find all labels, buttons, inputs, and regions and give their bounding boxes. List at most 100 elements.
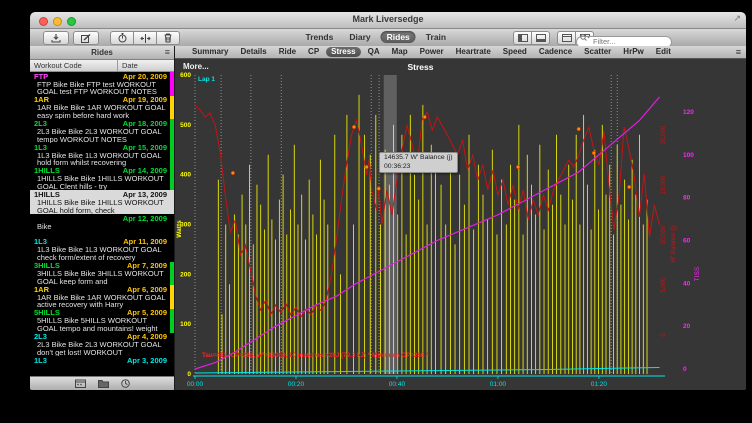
ride-list-item[interactable]: Apr 12, 2009Bike: [30, 214, 174, 238]
ride-list-item[interactable]: 1HILLSApr 13, 20091HILLS Bike Bike 1HILL…: [30, 190, 174, 214]
ride-date: Apr 19, 2009: [123, 96, 167, 104]
chart-tab-scatter[interactable]: Scatter: [579, 47, 616, 57]
panel-toggle-group: [513, 31, 550, 45]
match-dot: [577, 127, 581, 131]
compose-button[interactable]: [73, 31, 99, 45]
clock-icon[interactable]: [121, 379, 130, 388]
import-button[interactable]: [43, 31, 69, 45]
tiss-tick-label: 20: [683, 323, 691, 330]
tooltip-time: 00:36:23: [384, 163, 453, 172]
cursor-band: [384, 75, 397, 374]
sidebar-column-headers: Workout Code Date: [30, 60, 174, 72]
ride-description: 5HILLS Bike 5HILLS WORKOUT GOAL tempo an…: [30, 317, 174, 332]
tiled-view-button[interactable]: [557, 31, 576, 45]
compose-icon: [81, 34, 91, 43]
tiled-view-icon: [562, 34, 572, 42]
sidebar-menu-icon[interactable]: ≡: [165, 46, 170, 59]
trash-icon: [164, 33, 172, 43]
lowbar-toggle-button[interactable]: [532, 31, 550, 45]
stopwatch-button[interactable]: [110, 31, 134, 45]
ride-color-stripe: [170, 167, 174, 191]
split-interval-button[interactable]: [134, 31, 157, 45]
ride-list-item[interactable]: 1L3Apr 3, 2009: [30, 356, 174, 376]
chart-tooltip: 14635.7 W' Balance (j) 00:36:23: [379, 152, 458, 173]
calendar-icon[interactable]: [75, 379, 86, 388]
wbal-tick-label: 15,000: [661, 175, 667, 194]
chart-tab-power[interactable]: Power: [415, 47, 449, 57]
search-icon: [580, 34, 590, 41]
chart-tab-heartrate[interactable]: Heartrate: [451, 47, 496, 57]
resize-grip-icon[interactable]: ↗: [733, 13, 741, 24]
tiss-axis-label: TISS: [694, 266, 701, 281]
ride-list-item[interactable]: 3HILLSApr 7, 20093HILLS Bike Bike 3HILLS…: [30, 262, 174, 286]
ride-list-item[interactable]: FTPApr 20, 2009FTP Bike Bike FTP test WO…: [30, 72, 174, 96]
tiss-tick-label: 40: [683, 280, 691, 287]
ride-list-item[interactable]: 1L3 Apr 15, 20091L3 Bike Bike 1L3 WORKOUT…: [30, 143, 174, 167]
column-header-date[interactable]: Date: [118, 60, 174, 71]
chart-tab-summary[interactable]: Summary: [187, 47, 233, 57]
chart-tab-map[interactable]: Map: [387, 47, 413, 57]
chart-tab-qa[interactable]: QA: [363, 47, 385, 57]
ride-color-stripe: [170, 262, 174, 286]
import-icon: [51, 34, 61, 43]
chart-tab-speed[interactable]: Speed: [498, 47, 532, 57]
delete-button[interactable]: [157, 31, 180, 45]
chart-panel: SummaryDetailsRideCPStressQAMapPowerHear…: [175, 46, 746, 390]
chart-menu-icon[interactable]: ≡: [736, 47, 741, 57]
titlebar[interactable]: Mark Liversedge ↗: [30, 12, 746, 29]
watts-tick-label: 200: [180, 271, 191, 278]
ride-date: Apr 5, 2009: [127, 309, 167, 317]
chart-area: More... Stress 00:0000:2000:4001:0001:20…: [175, 59, 746, 390]
ride-date: Apr 6, 2009: [127, 286, 167, 294]
ride-date: Apr 14, 2009: [123, 167, 167, 175]
chart-tab-edit[interactable]: Edit: [651, 47, 676, 57]
ride-list-item[interactable]: 2L3Apr 4, 20092L3 Bike Bike 2L3 WORKOUT …: [30, 333, 174, 357]
x-tick-label: 01:20: [591, 381, 608, 388]
sidebar-title: Rides: [91, 48, 113, 57]
column-header-workout-code[interactable]: Workout Code: [30, 60, 118, 71]
lowbar-toggle-icon: [536, 34, 546, 42]
ride-list-item[interactable]: 5HILLSApr 5, 20095HILLS Bike 5HILLS WORK…: [30, 309, 174, 333]
match-dot: [423, 115, 427, 119]
ride-date: Apr 15, 2009: [123, 144, 167, 152]
ride-color-stripe: [170, 96, 174, 120]
ride-list-item[interactable]: 1ARApr 19, 20091AR Bike Bike 1AR WORKOUT…: [30, 96, 174, 120]
split-icon: [140, 34, 151, 43]
ride-description: 1L3 Bike Bike 1L3 WORKOUT GOAL hold form…: [30, 152, 174, 167]
chart-tab-stress[interactable]: Stress: [326, 47, 360, 57]
ride-description: 1HILLS Bike Bike 1HILLS WORKOUT GOAL Cle…: [30, 175, 174, 190]
filter-field-wrap: [576, 31, 672, 43]
chart-tab-hrpw[interactable]: HrPw: [618, 47, 648, 57]
ride-color-stripe: [170, 119, 174, 143]
folder-icon[interactable]: [98, 379, 109, 388]
ride-list: FTPApr 20, 2009FTP Bike Bike FTP test WO…: [30, 72, 174, 376]
chart-tab-ride[interactable]: Ride: [274, 47, 301, 57]
ride-list-item[interactable]: 1ARApr 6, 20091AR Bike Bike 1AR WORKOUT …: [30, 285, 174, 309]
watts-tick-label: 400: [180, 172, 191, 179]
ride-description: 1HILLS Bike Bike 1HILLS WORKOUT GOAL hol…: [30, 199, 174, 214]
ride-list-item[interactable]: 1HILLSApr 14, 20091HILLS Bike Bike 1HILL…: [30, 167, 174, 191]
toolbar-tab-train[interactable]: Train: [420, 31, 452, 43]
toolbar-tab-diary[interactable]: Diary: [343, 31, 376, 43]
chart-tab-cadence[interactable]: Cadence: [534, 47, 577, 57]
window-title: Mark Liversedge: [30, 14, 746, 24]
stress-chart[interactable]: 00:0000:2000:4001:0001:20010020030040050…: [175, 59, 746, 390]
ride-description: 1AR Bike Bike 1AR WORKOUT GOAL easy spim…: [30, 104, 174, 119]
ride-date: Apr 12, 2009: [123, 215, 167, 223]
ride-code: 3HILLS: [34, 262, 60, 270]
ride-tools-group: [110, 31, 180, 45]
chart-tab-cp[interactable]: CP: [303, 47, 324, 57]
ride-list-item[interactable]: 1L3Apr 11, 20091L3 Bike Bike 1L3 WORKOUT…: [30, 238, 174, 262]
ride-list-item[interactable]: 2L3Apr 18, 20092L3 Bike Bike 2L3 WORKOUT…: [30, 119, 174, 143]
wbal-tick-label: 5,000: [661, 277, 667, 293]
ride-code: 1HILLS: [34, 191, 60, 199]
toolbar-tab-trends[interactable]: Trends: [299, 31, 339, 43]
sidebar-toggle-button[interactable]: [513, 31, 532, 45]
chart-tab-details[interactable]: Details: [235, 47, 271, 57]
ride-date: Apr 11, 2009: [123, 238, 167, 246]
ride-color-stripe: [170, 285, 174, 309]
toolbar-tab-rides[interactable]: Rides: [381, 31, 416, 43]
wbal-axis-label: W' Balance (j): [671, 225, 677, 262]
ride-code: 1L3: [34, 144, 47, 152]
tiss-tick-label: 60: [683, 238, 691, 245]
